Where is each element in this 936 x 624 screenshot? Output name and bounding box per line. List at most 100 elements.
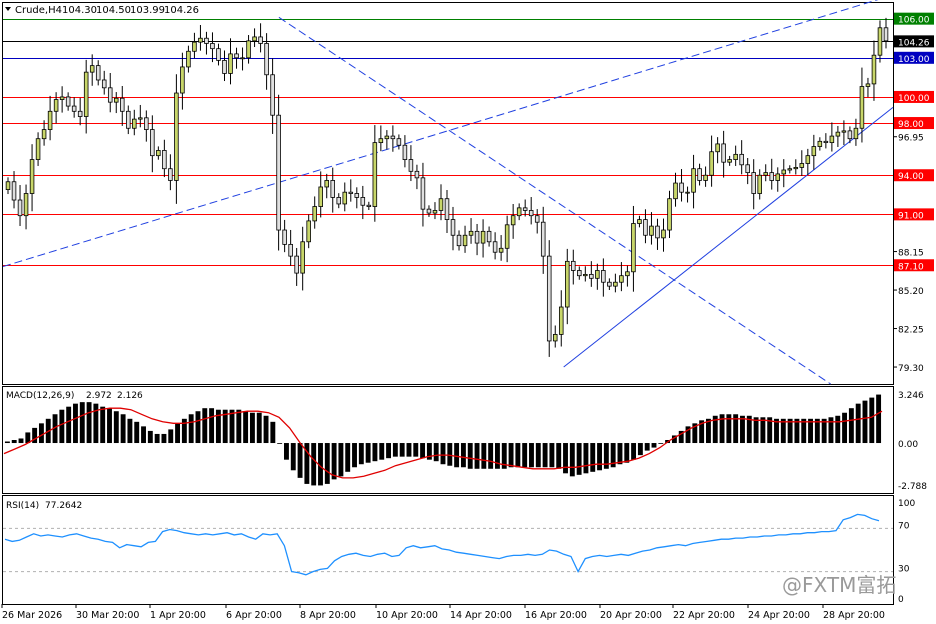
macd-bar [284, 443, 289, 460]
candle [53, 99, 59, 112]
macd-bar [154, 433, 160, 444]
candle [360, 197, 366, 206]
candle [631, 223, 636, 273]
rsi-value: 77.2642 [45, 501, 82, 511]
candle [504, 224, 510, 249]
macd-bar [134, 421, 140, 444]
macd-bar [59, 409, 65, 444]
candle [655, 225, 660, 239]
candle [210, 43, 215, 50]
macd-bar [86, 402, 92, 444]
level-price-label: 98.00 [898, 120, 924, 130]
candle [246, 40, 251, 59]
candle [817, 140, 823, 147]
candle [577, 270, 582, 277]
macd-bar [372, 443, 378, 462]
macd-bar [433, 443, 439, 462]
macd-bar [188, 414, 194, 444]
candle [805, 155, 811, 164]
candle [342, 191, 348, 205]
candle [120, 97, 125, 112]
macd-bar [399, 443, 405, 457]
macd-bar [270, 421, 276, 444]
candle [132, 118, 137, 129]
candle [751, 172, 756, 194]
macd-bar [311, 443, 317, 486]
macd-bar [229, 409, 235, 444]
candle [138, 117, 143, 120]
candle [354, 193, 360, 198]
candle [733, 153, 738, 160]
candle [546, 255, 552, 342]
candle [198, 37, 203, 43]
rsi-tick-label: 100 [898, 499, 915, 509]
candle [23, 193, 29, 217]
candle [77, 110, 83, 117]
candle [829, 135, 835, 144]
candle [216, 48, 221, 61]
candle [258, 36, 263, 44]
candle [552, 334, 558, 342]
macd-bar [740, 415, 745, 444]
candle [625, 271, 630, 277]
x-tick-label: 28 Apr 20:00 [823, 610, 885, 621]
candle [583, 273, 588, 277]
macd-bar [760, 417, 766, 444]
level-price-label: 87.10 [898, 262, 924, 272]
candle [853, 127, 859, 140]
x-tick-label: 20 Apr 20:00 [600, 610, 662, 621]
ohlc-high: 104.50 [96, 5, 131, 16]
macd-bar [597, 443, 602, 471]
candle [126, 110, 131, 129]
ohlc-close: 104.26 [164, 5, 199, 16]
chart-canvas[interactable]: 96.9588.1585.2082.2579.30106.00104.26103… [0, 0, 936, 624]
macd-bar [542, 443, 548, 468]
macd-bar [38, 423, 44, 444]
macd-bar [467, 443, 473, 469]
macd-bar [529, 443, 534, 468]
macd-bar [209, 408, 215, 444]
candle [11, 181, 17, 201]
macd-bar [249, 412, 255, 444]
macd-bar [658, 443, 664, 444]
macd-bar [556, 443, 562, 469]
macd-bar [18, 438, 24, 444]
level-price-label: 106.00 [898, 16, 930, 26]
symbol-label[interactable]: Crude,H4 [15, 5, 62, 16]
macd-bar [406, 443, 412, 457]
candle [71, 105, 77, 112]
macd-bar [358, 443, 364, 465]
candle [144, 117, 149, 130]
macd-bar [263, 415, 269, 444]
candle [95, 65, 101, 81]
x-tick-label: 16 Apr 20:00 [525, 610, 587, 621]
candle [192, 41, 197, 52]
candle [228, 53, 233, 74]
candle [691, 168, 696, 193]
candle [745, 164, 750, 174]
candle [252, 36, 257, 42]
candle [516, 207, 522, 217]
candle [324, 180, 329, 188]
macd-bar [107, 408, 112, 444]
macd-tick-label: 0.00 [898, 440, 918, 450]
candle [534, 215, 540, 223]
candle [721, 143, 726, 163]
candle [59, 96, 65, 100]
candle [432, 210, 438, 214]
macd-bar [386, 443, 392, 459]
macd-title: MACD(12,26,9) [6, 391, 74, 401]
candle [510, 215, 516, 226]
candle [372, 142, 378, 207]
candle [396, 138, 402, 146]
macd-bar [127, 418, 133, 444]
candle [282, 229, 287, 245]
candle [565, 260, 570, 308]
candle [823, 140, 829, 144]
candle [847, 130, 853, 140]
watermark: @FXTM富拓 [782, 573, 896, 597]
macd-bar [345, 443, 351, 472]
macd-bar [66, 406, 72, 444]
candle [378, 138, 384, 144]
candle [643, 219, 648, 236]
